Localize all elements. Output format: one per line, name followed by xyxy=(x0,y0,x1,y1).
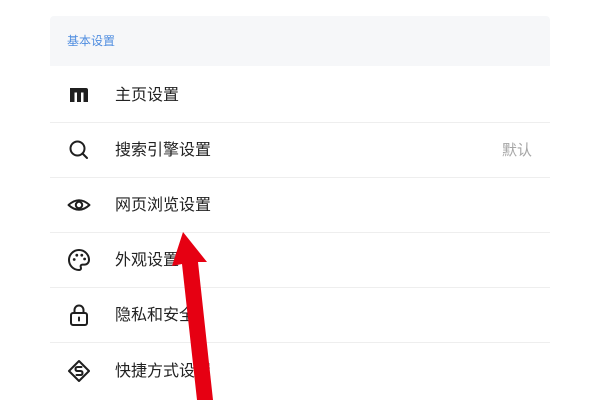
settings-item-appearance[interactable]: 外观设置 xyxy=(50,233,550,288)
section-header: 基本设置 xyxy=(50,16,550,66)
settings-item-label: 网页浏览设置 xyxy=(115,195,212,214)
settings-item-shortcuts[interactable]: 快捷方式设置 xyxy=(50,343,550,398)
settings-item-label: 主页设置 xyxy=(115,85,180,104)
settings-item-label: 快捷方式设置 xyxy=(115,360,212,380)
shortcut-icon xyxy=(66,358,92,384)
settings-item-value: 默认 xyxy=(501,141,532,159)
settings-item-label: 隐私和安全 xyxy=(115,305,196,324)
home-logo-icon xyxy=(66,82,92,108)
eye-icon xyxy=(66,192,92,218)
settings-item-search-engine[interactable]: 搜索引擎设置 默认 xyxy=(50,123,550,178)
settings-item-label: 外观设置 xyxy=(115,250,180,269)
settings-item-homepage[interactable]: 主页设置 xyxy=(50,68,550,123)
search-icon xyxy=(66,137,92,163)
section-title: 基本设置 xyxy=(67,34,116,48)
lock-icon xyxy=(66,302,92,328)
settings-item-label: 搜索引擎设置 xyxy=(115,140,212,159)
settings-item-web-browsing[interactable]: 网页浏览设置 xyxy=(50,178,550,233)
settings-item-privacy-security[interactable]: 隐私和安全 xyxy=(50,288,550,343)
palette-icon xyxy=(66,247,92,273)
settings-list: 主页设置 搜索引擎设置 默认 网页浏览设置 外观设置 隐私和安全 快捷方式设置 xyxy=(50,68,550,398)
